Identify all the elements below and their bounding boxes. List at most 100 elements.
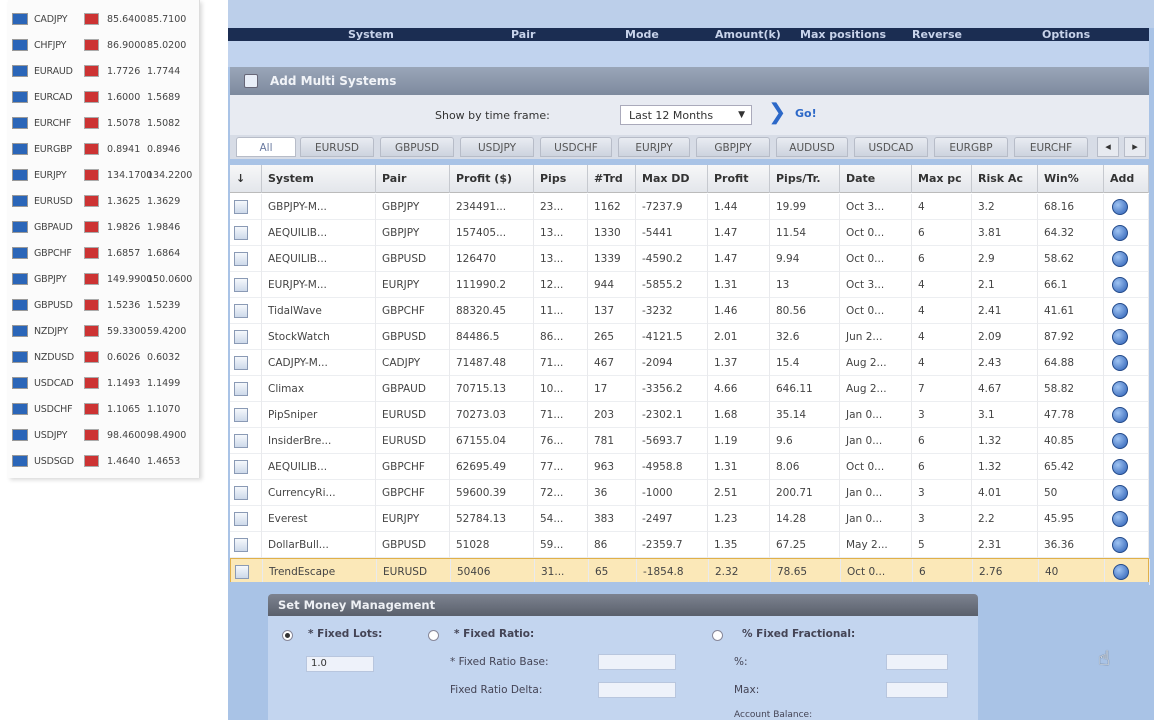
quote-row[interactable]: USDJPY 98.4600 98.4900: [8, 422, 200, 448]
quote-row[interactable]: EURUSD 1.3625 1.3629: [8, 188, 200, 214]
fixed-lots-input[interactable]: 1.0: [306, 656, 374, 672]
tab-gbpusd[interactable]: GBPUSD: [380, 137, 454, 157]
tab-gbpjpy[interactable]: GBPJPY: [696, 137, 770, 157]
tab-all[interactable]: All: [236, 137, 296, 157]
add-system-button[interactable]: [1112, 511, 1128, 527]
quote-row[interactable]: NZDJPY 59.3300 59.4200: [8, 318, 200, 344]
table-cell: -5855.2: [636, 272, 708, 298]
quote-row[interactable]: EURGBP 0.8941 0.8946: [8, 136, 200, 162]
table-row[interactable]: AEQUILIB... GBPJPY 157405... 13... 1330 -5441…: [230, 220, 1149, 246]
quote-row[interactable]: USDCAD 1.1493 1.1499: [8, 370, 200, 396]
column-header[interactable]: Pips/Tr.: [770, 165, 840, 193]
table-row[interactable]: TidalWave GBPCHF 88320.45 11... 137 -3232 1.46…: [230, 298, 1149, 324]
tab-usdcad[interactable]: USDCAD: [854, 137, 928, 157]
table-cell: 3.81: [972, 220, 1038, 246]
table-row[interactable]: StockWatch GBPUSD 84486.5 86... 265 -4121.5 2.…: [230, 324, 1149, 350]
table-row[interactable]: Climax GBPAUD 70715.13 10... 17 -3356.2 4.66 64…: [230, 376, 1149, 402]
tab-eurgbp[interactable]: EURGBP: [934, 137, 1008, 157]
quote-row[interactable]: EURCAD 1.6000 1.5689: [8, 84, 200, 110]
add-system-button[interactable]: [1112, 303, 1128, 319]
add-cell: [1104, 324, 1149, 350]
table-cell: -3232: [636, 298, 708, 324]
fixed-lots-radio[interactable]: [282, 630, 293, 641]
add-system-button[interactable]: [1112, 251, 1128, 267]
add-system-button[interactable]: [1112, 485, 1128, 501]
mouse-cursor-icon: ☝: [1098, 646, 1111, 670]
column-header[interactable]: Add: [1104, 165, 1149, 193]
table-row[interactable]: EURJPY-M... EURJPY 111990.2 12... 944 -5855.2…: [230, 272, 1149, 298]
max-input[interactable]: [886, 682, 948, 698]
table-row[interactable]: CurrencyRi... GBPCHF 59600.39 72... 36 -1000 2…: [230, 480, 1149, 506]
tab-prev-button[interactable]: ◂: [1097, 137, 1119, 157]
table-row[interactable]: GBPJPY-M... GBPJPY 234491... 23... 1162 -7237…: [230, 194, 1149, 220]
table-cell: -2359.7: [636, 532, 708, 558]
add-system-button[interactable]: [1112, 381, 1128, 397]
tab-audusd[interactable]: AUDUSD: [776, 137, 848, 157]
quote-row[interactable]: USDSGD 1.4640 1.4653: [8, 448, 200, 474]
quote-row[interactable]: NZDUSD 0.6026 0.6032: [8, 344, 200, 370]
pct-input[interactable]: [886, 654, 948, 670]
tab-usdjpy[interactable]: USDJPY: [460, 137, 534, 157]
tab-eurchf[interactable]: EURCHF: [1014, 137, 1088, 157]
quote-row[interactable]: GBPUSD 1.5236 1.5239: [8, 292, 200, 318]
quote-row[interactable]: GBPAUD 1.9826 1.9846: [8, 214, 200, 240]
table-row[interactable]: Everest EURJPY 52784.13 54... 383 -2497 1.23 14…: [230, 506, 1149, 532]
timeframe-select[interactable]: Last 12 Months ▼: [620, 105, 752, 125]
table-row[interactable]: AEQUILIB... GBPCHF 62695.49 77... 963 -4958.8…: [230, 454, 1149, 480]
tab-usdchf[interactable]: USDCHF: [540, 137, 612, 157]
add-system-button[interactable]: [1112, 225, 1128, 241]
table-row[interactable]: AEQUILIB... GBPUSD 126470 13... 1339 -4590.2 1…: [230, 246, 1149, 272]
add-system-button[interactable]: [1112, 459, 1128, 475]
column-header[interactable]: Pips: [534, 165, 588, 193]
column-header[interactable]: Max DD: [636, 165, 708, 193]
quote-row[interactable]: CADJPY 85.6400 85.7100: [8, 6, 200, 32]
flag-icon: [12, 143, 28, 155]
quote-ask: 1.4653: [147, 455, 181, 467]
column-header[interactable]: Profit: [708, 165, 770, 193]
fixed-ratio-base-input[interactable]: [598, 654, 676, 670]
fixed-ratio-radio[interactable]: [428, 630, 439, 641]
quote-row[interactable]: EURAUD 1.7726 1.7744: [8, 58, 200, 84]
column-header[interactable]: Win%: [1038, 165, 1104, 193]
column-header[interactable]: Profit ($): [450, 165, 534, 193]
table-row[interactable]: CADJPY-M... CADJPY 71487.48 71... 467 -2094 1.…: [230, 350, 1149, 376]
add-system-button[interactable]: [1112, 433, 1128, 449]
column-header[interactable]: System: [262, 165, 376, 193]
column-header[interactable]: Date: [840, 165, 912, 193]
add-system-button[interactable]: [1113, 564, 1129, 580]
table-cell: 70715.13: [450, 376, 534, 402]
quote-row[interactable]: GBPJPY 149.9900 150.0600: [8, 266, 200, 292]
flag-icon: [84, 299, 99, 311]
go-button[interactable]: Go!: [795, 107, 817, 120]
column-header[interactable]: Max pc: [912, 165, 972, 193]
tab-eurjpy[interactable]: EURJPY: [618, 137, 690, 157]
table-cell: 1.68: [708, 402, 770, 428]
add-system-button[interactable]: [1112, 537, 1128, 553]
add-system-button[interactable]: [1112, 329, 1128, 345]
tab-eurusd[interactable]: EURUSD: [300, 137, 374, 157]
table-row[interactable]: PipSniper EURUSD 70273.03 71... 203 -2302.1 1.…: [230, 402, 1149, 428]
add-system-button[interactable]: [1112, 407, 1128, 423]
add-system-button[interactable]: [1112, 355, 1128, 371]
table-cell: 11...: [534, 298, 588, 324]
quote-row[interactable]: EURCHF 1.5078 1.5082: [8, 110, 200, 136]
table-row[interactable]: InsiderBre... EURUSD 67155.04 76... 781 -5693…: [230, 428, 1149, 454]
quote-row[interactable]: EURJPY 134.1700 134.2200: [8, 162, 200, 188]
table-row[interactable]: DollarBull... GBPUSD 51028 59... 86 -2359.7 1.…: [230, 532, 1149, 558]
column-header[interactable]: #Trd: [588, 165, 636, 193]
quote-row[interactable]: CHFJPY 86.9000 85.0200: [8, 32, 200, 58]
table-row[interactable]: TrendEscape EURUSD 50406 31... 65 -1854.8 2.32…: [230, 558, 1150, 585]
column-header[interactable]: Pair: [376, 165, 450, 193]
fixed-fractional-radio[interactable]: [712, 630, 723, 641]
tab-next-button[interactable]: ▸: [1124, 137, 1146, 157]
column-header[interactable]: ↓: [230, 165, 262, 193]
table-cell: -2302.1: [636, 402, 708, 428]
quote-row[interactable]: GBPCHF 1.6857 1.6864: [8, 240, 200, 266]
add-system-button[interactable]: [1112, 199, 1128, 215]
fixed-ratio-delta-input[interactable]: [598, 682, 676, 698]
column-header[interactable]: Risk Ac: [972, 165, 1038, 193]
add-system-button[interactable]: [1112, 277, 1128, 293]
document-icon: [234, 434, 248, 448]
go-arrow-icon[interactable]: ❯: [768, 102, 786, 125]
quote-row[interactable]: USDCHF 1.1065 1.1070: [8, 396, 200, 422]
